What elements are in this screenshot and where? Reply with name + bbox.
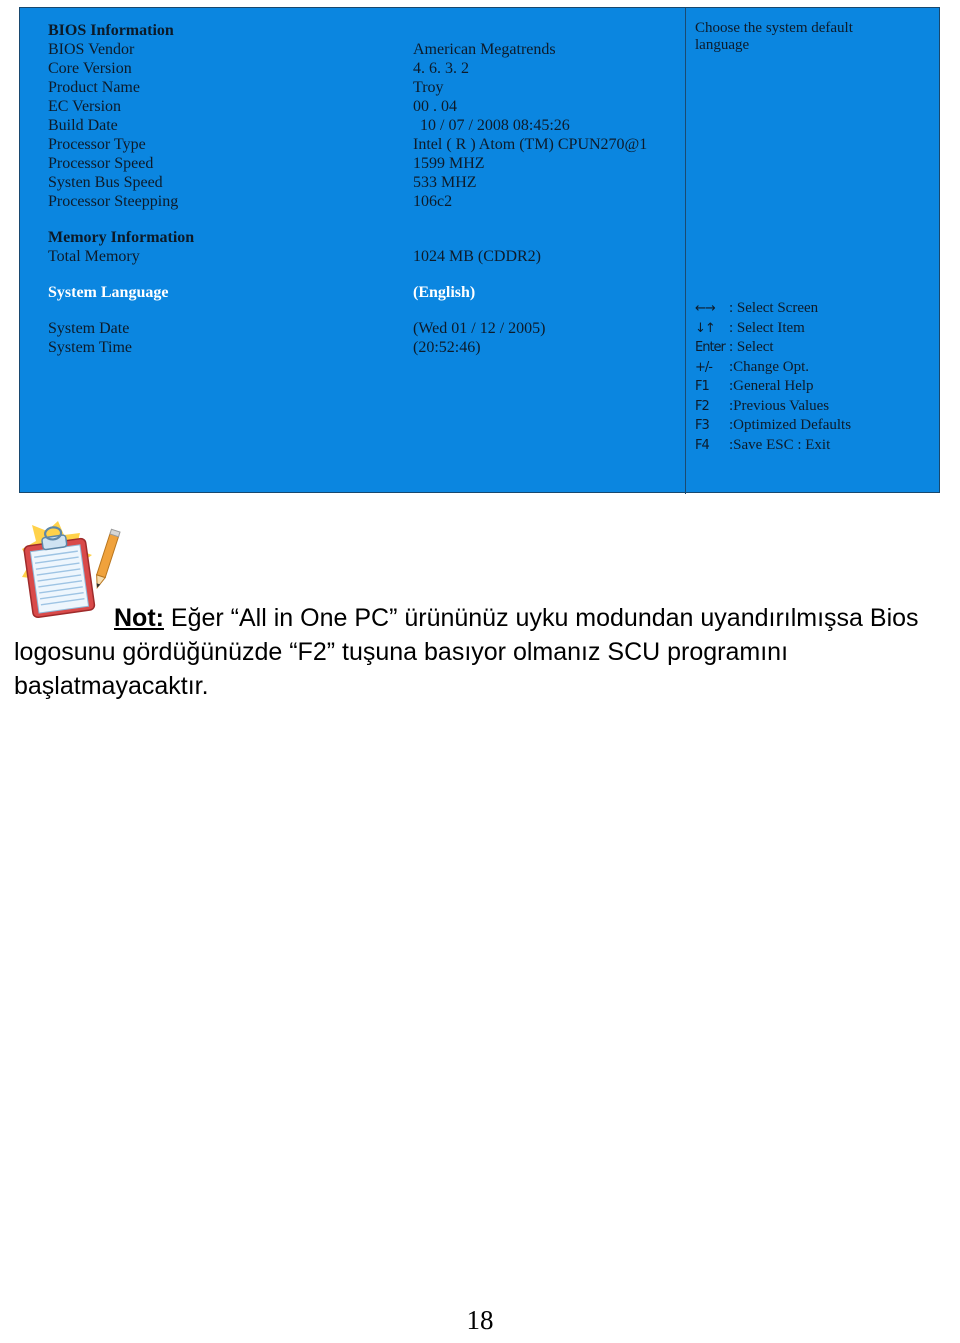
row-label: BIOS Vendor bbox=[48, 41, 135, 58]
left-right-arrow-icon: ←→ bbox=[695, 301, 716, 316]
help-description: Choose the system default language bbox=[695, 20, 853, 53]
row-value: 106c2 bbox=[413, 193, 453, 210]
bios-help-panel: Choose the system default language ←→ : S… bbox=[686, 8, 940, 492]
key-legend-label: : Select Item bbox=[729, 319, 805, 336]
key-legend-optimized-defaults: F3 :Optimized Defaults bbox=[695, 416, 935, 436]
bios-row-ec-version[interactable]: EC Version 00 . 04 bbox=[20, 97, 685, 116]
key-legend-previous-values: F2 :Previous Values bbox=[695, 397, 935, 417]
row-label: Processor Steepping bbox=[48, 193, 179, 210]
up-down-arrow-icon: ↓↑ bbox=[695, 320, 716, 336]
bios-row-build-date[interactable]: Build Date 10 / 07 / 2008 08:45:26 bbox=[20, 116, 685, 135]
row-value: Intel ( R ) Atom (TM) CPUN270@1 bbox=[413, 136, 648, 153]
bios-row-product-name[interactable]: Product Name Troy bbox=[20, 78, 685, 97]
key-legend-label: :Change Opt. bbox=[729, 358, 809, 375]
bios-row-core-version[interactable]: Core Version 4. 6. 3. 2 bbox=[20, 59, 685, 78]
row-label: System Date bbox=[48, 320, 130, 337]
row-label: Total Memory bbox=[48, 248, 140, 265]
turkish-note-paragraph: Not: Eğer “All in One PC” ürününüz uyku … bbox=[14, 601, 944, 703]
enter-key-icon: Enter bbox=[695, 340, 726, 355]
row-value: (Wed 01 / 12 / 2005) bbox=[413, 320, 546, 337]
row-label: Systen Bus Speed bbox=[48, 174, 163, 191]
key-legend-label: :General Help bbox=[729, 378, 814, 394]
row-value: 1599 MHZ bbox=[413, 155, 485, 172]
f1-key-icon: F1 bbox=[695, 379, 710, 394]
row-value: 10 / 07 / 2008 08:45:26 bbox=[420, 117, 570, 134]
key-legend-label: :Previous Values bbox=[729, 397, 830, 414]
section-heading-memory-information: Memory Information bbox=[20, 228, 685, 247]
key-legend-label: : Select Screen bbox=[729, 300, 819, 316]
row-label: Build Date bbox=[48, 117, 118, 134]
row-value: (English) bbox=[413, 284, 476, 301]
bios-row-processor-speed[interactable]: Processor Speed 1599 MHZ bbox=[20, 154, 685, 173]
bios-main-region: BIOS Information BIOS Vendor American Me… bbox=[20, 8, 685, 492]
section-heading-bios-information: BIOS Information bbox=[20, 21, 685, 40]
page-number: 18 bbox=[466, 1305, 494, 1335]
key-legend-select-screen: ←→ : Select Screen bbox=[695, 299, 935, 319]
row-label: Product Name bbox=[48, 79, 140, 96]
key-legend-enter-select: Enter: Select bbox=[695, 338, 935, 358]
row-value: 00 . 04 bbox=[413, 98, 457, 115]
row-value: 1024 MB (CDDR2) bbox=[413, 248, 542, 265]
f2-key-icon: F2 bbox=[695, 398, 710, 414]
row-value: 533 MHZ bbox=[413, 174, 477, 191]
row-label: Processor Type bbox=[48, 136, 146, 153]
key-legend-general-help: F1 :General Help bbox=[695, 377, 935, 397]
bios-row-system-time[interactable]: System Time (20:52:46) bbox=[20, 338, 685, 357]
row-value: 4. 6. 3. 2 bbox=[413, 60, 469, 77]
bios-row-system-bus-speed[interactable]: Systen Bus Speed 533 MHZ bbox=[20, 173, 685, 192]
f4-key-icon: F4 bbox=[695, 437, 710, 453]
bios-row-total-memory[interactable]: Total Memory 1024 MB (CDDR2) bbox=[20, 247, 685, 266]
plus-minus-key-icon: +/- bbox=[695, 359, 713, 375]
key-legend-label: : Select bbox=[729, 339, 774, 355]
bios-row-system-language[interactable]: System Language (English) bbox=[20, 283, 685, 302]
row-value: (20:52:46) bbox=[413, 339, 481, 356]
help-key-legend: ←→ : Select Screen ↓↑ : Select Item Enter:… bbox=[695, 299, 935, 455]
row-value: Troy bbox=[413, 79, 444, 96]
section-heading-label: BIOS Information bbox=[48, 22, 174, 39]
key-legend-change-opt: +/- :Change Opt. bbox=[695, 358, 935, 378]
bios-row-processor-type[interactable]: Processor Type Intel ( R ) Atom (TM) CPU… bbox=[20, 135, 685, 154]
pencil-icon bbox=[96, 528, 121, 590]
bios-setup-screen: BIOS Information BIOS Vendor American Me… bbox=[19, 7, 940, 494]
key-legend-label: :Save ESC : Exit bbox=[729, 436, 831, 453]
note-label: Not: bbox=[114, 604, 164, 632]
bios-row-bios-vendor[interactable]: BIOS Vendor American Megatrends bbox=[20, 40, 685, 59]
key-legend-select-item: ↓↑ : Select Item bbox=[695, 319, 935, 339]
row-label: System Time bbox=[48, 339, 133, 356]
row-label: Core Version bbox=[48, 60, 132, 77]
bios-row-processor-stepping[interactable]: Processor Steepping 106c2 bbox=[20, 192, 685, 211]
section-heading-label: Memory Information bbox=[48, 229, 195, 246]
row-label: Processor Speed bbox=[48, 155, 154, 172]
bios-row-system-date[interactable]: System Date (Wed 01 / 12 / 2005) bbox=[20, 319, 685, 338]
key-legend-label: :Optimized Defaults bbox=[729, 417, 852, 433]
key-legend-save-exit: F4 :Save ESC : Exit bbox=[695, 436, 935, 456]
f3-key-icon: F3 bbox=[695, 418, 710, 433]
row-value: American Megatrends bbox=[413, 41, 556, 58]
row-label: System Language bbox=[48, 284, 169, 301]
row-label: EC Version bbox=[48, 98, 122, 115]
